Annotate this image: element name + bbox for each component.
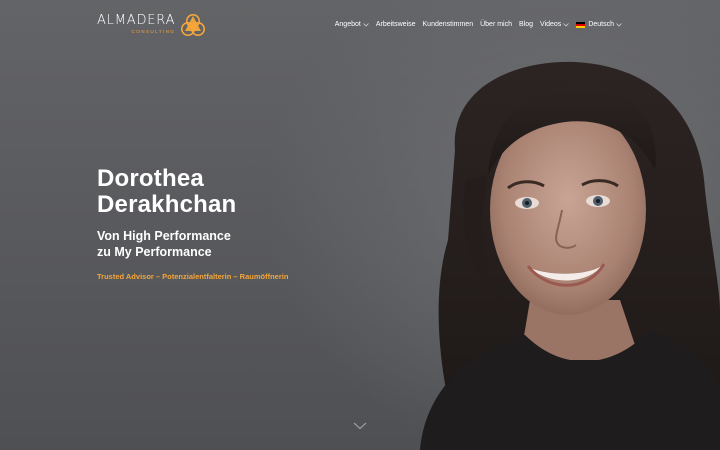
hero-first-name: Dorothea — [97, 165, 204, 192]
brand-logo[interactable]: ALMADERA CONSULTING — [97, 13, 206, 36]
nav-item-label: Kundenstimmen — [422, 21, 474, 28]
nav-item-kundenstimmen[interactable]: Kundenstimmen — [423, 21, 474, 28]
nav-item-label: Blog — [519, 21, 534, 28]
brand-subtitle: CONSULTING — [131, 29, 176, 34]
nav-item-label: Arbeitsweise — [375, 21, 416, 28]
hero-last-name: Derakhchan — [97, 191, 237, 218]
language-label: Deutsch — [588, 21, 614, 28]
hero-roles: Trusted Advisor – Potenzialentfalterin –… — [97, 272, 289, 281]
hero-name: Dorothea Derakhchan — [97, 166, 288, 218]
hero-tagline: Von High Performance zu My Performance — [97, 228, 288, 260]
nav-item-label: Über mich — [480, 21, 513, 28]
nav-item-label: Angebot — [334, 21, 361, 28]
tagline-line-2: zu My Performance — [97, 245, 212, 259]
nav-item-ueber-mich[interactable]: Über mich — [480, 21, 512, 28]
chevron-down-icon — [563, 22, 570, 27]
language-switcher[interactable]: Deutsch — [576, 21, 622, 28]
logo-text: ALMADERA CONSULTING — [97, 13, 176, 35]
chevron-down-icon[interactable] — [353, 422, 367, 430]
nav-item-videos[interactable]: Videos — [540, 21, 570, 28]
site-header: ALMADERA CONSULTING Angebot Arbeitsweise… — [0, 0, 720, 52]
three-circles-logo-icon — [181, 14, 206, 36]
brand-name: ALMADERA — [97, 13, 176, 28]
german-flag-icon — [576, 21, 586, 28]
main-nav: Angebot Arbeitsweise Kundenstimmen Über … — [328, 21, 622, 28]
nav-item-angebot[interactable]: Angebot — [335, 21, 369, 28]
nav-item-blog[interactable]: Blog — [519, 21, 533, 28]
tagline-line-1: Von High Performance — [97, 229, 231, 243]
nav-item-arbeitsweise[interactable]: Arbeitsweise — [376, 21, 416, 28]
chevron-down-icon — [363, 22, 369, 27]
chevron-down-icon — [616, 22, 622, 27]
nav-item-label: Videos — [540, 21, 562, 28]
hero-text: Dorothea Derakhchan Von High Performance… — [97, 166, 289, 282]
